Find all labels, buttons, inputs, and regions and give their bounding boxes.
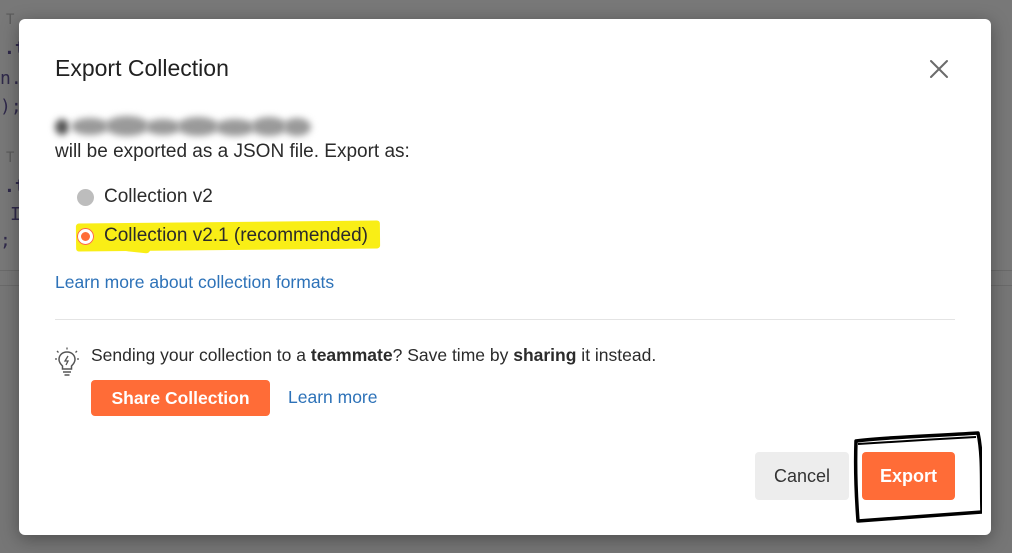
radio-label: Collection v2.1 (recommended) <box>104 225 369 246</box>
export-collection-dialog: Export Collection will be exported as a … <box>19 19 991 535</box>
dialog-title: Export Collection <box>55 55 229 81</box>
divider <box>55 319 955 320</box>
radio-button-selected[interactable] <box>77 227 94 245</box>
close-icon <box>930 60 948 78</box>
radio-option-collection-v2[interactable]: Collection v2 <box>77 184 213 210</box>
export-button[interactable]: Export <box>862 452 955 500</box>
redacted-collection-name <box>55 115 313 137</box>
radio-button-unselected[interactable] <box>77 188 94 206</box>
share-text-part: ? Save time by <box>392 345 514 365</box>
close-button[interactable] <box>923 53 955 85</box>
radio-label: Collection v2 <box>104 186 213 207</box>
learn-collection-formats-link[interactable]: Learn more about collection formats <box>55 272 334 293</box>
share-text-bold: sharing <box>513 345 577 365</box>
share-text-bold: teammate <box>310 345 393 365</box>
share-suggestion-text: Sending your collection to a teammate? S… <box>91 345 656 366</box>
radio-option-collection-v2-1[interactable]: Collection v2.1 (recommended) <box>77 223 368 249</box>
share-collection-button[interactable]: Share Collection <box>91 380 270 416</box>
share-text-part: it instead. <box>576 345 657 365</box>
learn-more-link[interactable]: Learn more <box>288 387 378 408</box>
share-text-part: Sending your collection to a <box>91 345 311 365</box>
cancel-button[interactable]: Cancel <box>755 452 849 500</box>
export-description: will be exported as a JSON file. Export … <box>55 141 410 162</box>
lightbulb-icon <box>55 347 79 376</box>
